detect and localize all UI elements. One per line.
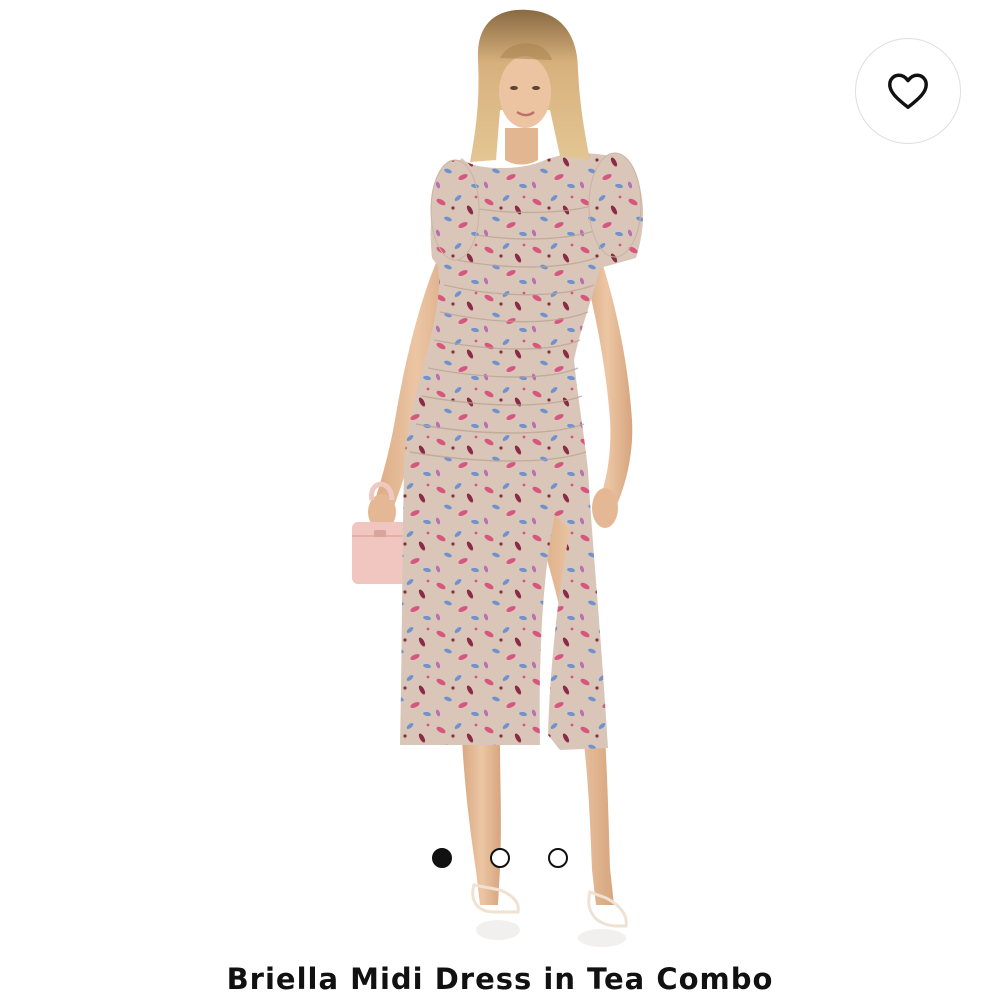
product-photo[interactable] xyxy=(0,0,1000,950)
image-pagination xyxy=(0,848,1000,868)
favorite-button[interactable] xyxy=(855,38,961,144)
pagination-dot-3[interactable] xyxy=(548,848,568,868)
product-title: Briella Midi Dress in Tea Combo xyxy=(226,962,774,996)
pagination-dot-2[interactable] xyxy=(490,848,510,868)
pagination-dot-1[interactable] xyxy=(432,848,452,868)
product-gallery[interactable] xyxy=(0,0,1000,950)
heart-outline-icon xyxy=(888,73,928,110)
